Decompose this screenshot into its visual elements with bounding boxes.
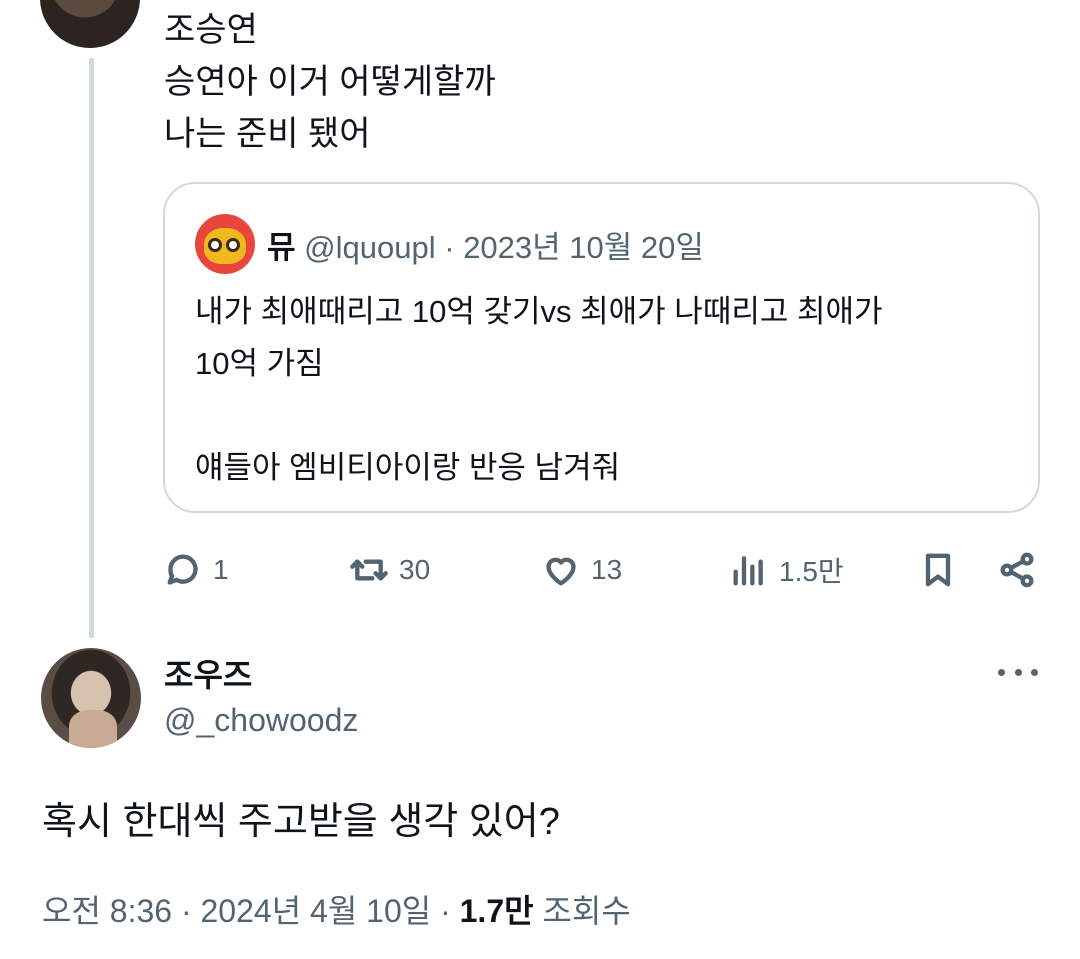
repost-icon — [350, 559, 388, 581]
views-label: 조회수 — [542, 893, 631, 929]
share-button[interactable] — [997, 545, 1037, 595]
views-count-short: 1.5만 — [779, 556, 844, 587]
meta-separator: · — [440, 893, 451, 929]
quote-header: 뮤 @lquoupl · 2023년 10월 20일 — [267, 222, 704, 267]
quote-line: 얘들아 엠비티아이랑 반응 남겨줘 — [195, 450, 621, 485]
reply-button[interactable]: 1 — [163, 545, 229, 595]
like-count: 13 — [591, 554, 623, 585]
views-button[interactable]: 1.5만 — [729, 545, 844, 595]
parent-author-avatar[interactable] — [40, 0, 140, 48]
quote-separator: · — [444, 230, 455, 265]
tweet-meta: 오전 8:36 · 2024년 4월 10일 · 1.7만 조회수 — [42, 886, 631, 932]
quoted-tweet-card[interactable]: 뮤 @lquoupl · 2023년 10월 20일 내가 최애때리고 10억 … — [163, 182, 1040, 513]
like-button[interactable]: 13 — [541, 545, 622, 595]
thread-connector-line — [89, 58, 94, 638]
author-avatar[interactable] — [41, 648, 141, 748]
more-options-icon[interactable] — [998, 660, 1038, 684]
repost-button[interactable]: 30 — [349, 545, 430, 595]
author-name[interactable]: 조우즈 — [164, 650, 252, 696]
tweet-date[interactable]: 2024년 4월 10일 — [201, 893, 432, 929]
cat-face-icon — [204, 228, 246, 264]
quote-line: 10억 가짐 — [195, 346, 324, 381]
parent-text-line: 승연아 이거 어떻게할까 — [164, 63, 496, 101]
quote-line: 내가 최애때리고 10억 갖기vs 최애가 나때리고 최애가 — [195, 294, 883, 329]
quote-line — [195, 390, 883, 442]
tweet-text: 혹시 한대씩 주고받을 생각 있어? — [42, 801, 560, 843]
tweet-time[interactable]: 오전 8:36 — [42, 893, 172, 929]
bookmark-icon — [925, 553, 951, 587]
bookmark-button[interactable] — [918, 545, 958, 595]
repost-count: 30 — [399, 554, 431, 585]
quote-author-avatar — [195, 214, 255, 274]
share-icon — [1000, 552, 1034, 588]
quote-author-name: 뮤 — [267, 230, 296, 265]
reply-icon — [167, 554, 198, 585]
quote-body: 내가 최애때리고 10억 갖기vs 최애가 나때리고 최애가 10억 가짐 얘들… — [195, 286, 883, 494]
author-handle[interactable]: @_chowoodz — [164, 702, 358, 739]
parent-text-line: 나는 준비 됐어 — [164, 115, 371, 153]
meta-separator: · — [180, 893, 192, 929]
reply-count: 1 — [213, 554, 229, 585]
action-bar: 1 30 13 1.5만 — [163, 545, 1043, 595]
parent-author-name[interactable]: 조승연 — [164, 4, 496, 56]
views-count: 1.7만 — [459, 893, 534, 929]
analytics-icon — [733, 556, 763, 586]
quote-author-handle: @lquoupl — [304, 230, 436, 265]
quote-date: 2023년 10월 20일 — [463, 230, 704, 265]
heart-icon — [546, 557, 576, 586]
parent-tweet-text: 조승연 승연아 이거 어떻게할까 나는 준비 됐어 — [164, 4, 496, 160]
